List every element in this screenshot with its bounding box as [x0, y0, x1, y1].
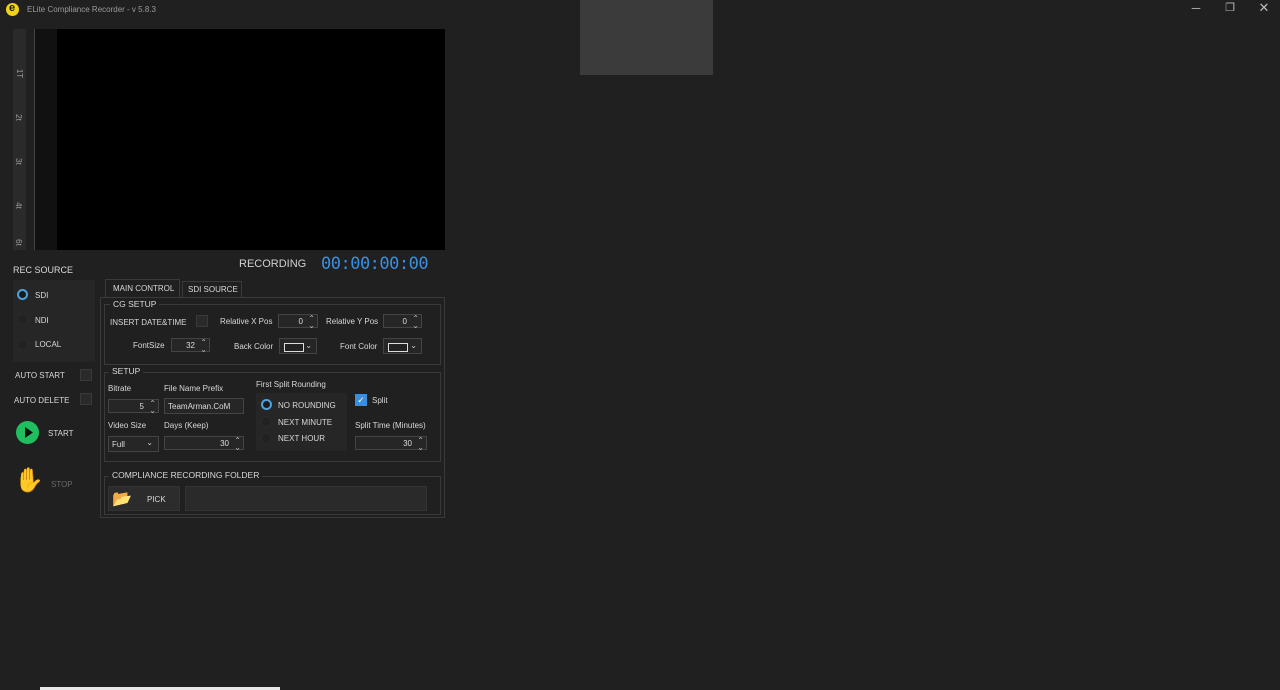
days-keep-spinner[interactable]: 30 ⌃ ⌄: [164, 436, 244, 452]
bitrate-value: 5: [139, 402, 144, 411]
start-label: START: [48, 429, 74, 438]
close-button[interactable]: ✕: [1257, 0, 1271, 16]
start-button[interactable]: START: [12, 418, 82, 446]
pick-label: PICK: [147, 495, 166, 504]
split-checkbox[interactable]: ✓: [355, 394, 367, 406]
tab-main-control-label: MAIN CONTROL: [113, 284, 175, 293]
spinner-arrows-icon: ⌃ ⌄: [412, 314, 419, 330]
chevron-down-icon: ⌄: [410, 341, 417, 350]
next-minute-label: NEXT MINUTE: [278, 418, 333, 427]
font-color-picker[interactable]: ⌄: [383, 338, 422, 354]
minimize-button[interactable]: ─: [1189, 1, 1203, 17]
days-keep-value: 30: [220, 439, 229, 448]
ruler-mark: 1T: [15, 68, 25, 79]
spinner-arrows-icon: ⌃ ⌄: [149, 399, 156, 415]
folder-open-icon: 📂: [112, 491, 132, 508]
overlay-panel: [580, 0, 713, 75]
ruler-mark: 3t: [13, 158, 23, 165]
no-rounding-radio[interactable]: [261, 399, 272, 410]
file-prefix-label: File Name Prefix: [164, 384, 224, 393]
color-swatch: [284, 343, 304, 352]
insert-datetime-label: INSERT DATE&TIME: [110, 318, 187, 327]
rec-source-local-radio[interactable]: [17, 339, 28, 350]
ruler-mark: 4t: [13, 202, 23, 209]
spinner-arrows-icon: ⌃ ⌄: [200, 338, 207, 354]
restore-button[interactable]: ❐: [1223, 1, 1237, 17]
no-rounding-label: NO ROUNDING: [278, 401, 336, 410]
next-minute-radio[interactable]: [261, 416, 272, 427]
window-title: ELite Compliance Recorder - v 5.8.3: [27, 5, 156, 14]
split-label: Split: [372, 396, 388, 405]
stop-button[interactable]: ✋ STOP: [12, 466, 82, 498]
rel-y-spinner[interactable]: 0 ⌃ ⌄: [383, 314, 422, 330]
split-time-value: 30: [403, 439, 412, 448]
bitrate-spinner[interactable]: 5 ⌃ ⌄: [108, 399, 159, 415]
font-color-label: Font Color: [340, 342, 378, 351]
auto-start-checkbox[interactable]: [80, 369, 92, 381]
font-size-spinner[interactable]: 32 ⌃ ⌄: [171, 338, 210, 354]
bitrate-label: Bitrate: [108, 384, 132, 393]
file-prefix-value: TeamArman.CoM: [168, 402, 231, 411]
play-icon: [16, 421, 39, 444]
rec-source-sdi-radio[interactable]: [17, 289, 28, 300]
rec-source-title: REC SOURCE: [13, 265, 74, 275]
spinner-arrows-icon: ⌃ ⌄: [308, 314, 315, 330]
tab-sdi-source-label: SDI SOURCE: [188, 285, 238, 294]
hand-stop-icon: ✋: [14, 467, 44, 494]
folder-title: COMPLIANCE RECORDING FOLDER: [109, 470, 263, 480]
folder-path-field[interactable]: [185, 486, 427, 511]
rec-source-ndi-radio[interactable]: [17, 314, 28, 325]
back-color-label: Back Color: [234, 342, 274, 351]
recording-timer: 00:00:00:00: [321, 254, 429, 274]
video-size-label: Video Size: [108, 421, 147, 430]
rel-x-value: 0: [298, 317, 303, 326]
split-time-label: Split Time (Minutes): [355, 421, 426, 430]
color-swatch: [388, 343, 408, 352]
app-logo-icon: e: [6, 2, 19, 16]
auto-start-label: AUTO START: [15, 371, 65, 380]
spinner-arrows-icon: ⌃ ⌄: [417, 436, 424, 452]
auto-delete-label: AUTO DELETE: [14, 396, 70, 405]
rec-source-sdi-label: SDI: [35, 291, 49, 300]
days-keep-label: Days (Keep): [164, 421, 209, 430]
video-size-select[interactable]: Full ⌄: [108, 436, 159, 452]
tab-sdi-source[interactable]: SDI SOURCE: [182, 281, 242, 297]
video-size-value: Full: [112, 440, 125, 449]
rel-x-label: Relative X Pos: [220, 317, 273, 326]
file-prefix-input[interactable]: TeamArman.CoM: [164, 398, 244, 414]
rel-y-value: 0: [402, 317, 407, 326]
ruler-mark: 2t: [13, 114, 23, 121]
ruler-mark: 6t: [13, 239, 23, 246]
font-size-label: FontSize: [133, 341, 165, 350]
pick-folder-button[interactable]: 📂 PICK: [108, 486, 180, 511]
video-preview: [57, 29, 445, 250]
chevron-down-icon: ⌄: [305, 341, 312, 350]
setup-title: SETUP: [109, 366, 144, 376]
auto-delete-checkbox[interactable]: [80, 393, 92, 405]
font-size-value: 32: [186, 341, 195, 350]
rec-source-local-label: LOCAL: [35, 340, 62, 349]
rec-source-ndi-label: NDI: [35, 316, 49, 325]
back-color-picker[interactable]: ⌄: [279, 338, 317, 354]
insert-datetime-checkbox[interactable]: [196, 315, 208, 327]
next-hour-label: NEXT HOUR: [278, 434, 325, 443]
chevron-down-icon: ⌄: [146, 438, 153, 447]
audio-meter-left: [34, 29, 58, 250]
recording-status: RECORDING: [239, 258, 307, 270]
split-time-spinner[interactable]: 30 ⌃ ⌄: [355, 436, 427, 452]
tab-main-control[interactable]: MAIN CONTROL: [105, 279, 180, 297]
spinner-arrows-icon: ⌃ ⌄: [234, 436, 241, 452]
stop-label: STOP: [51, 480, 73, 489]
next-hour-radio[interactable]: [261, 433, 272, 444]
audio-ruler: 1T 2t 3t 4t 6t: [13, 29, 26, 250]
rel-x-spinner[interactable]: 0 ⌃ ⌄: [278, 314, 318, 330]
rel-y-label: Relative Y Pos: [326, 317, 379, 326]
split-rounding-label: First Split Rounding: [256, 380, 326, 389]
cg-setup-title: CG SETUP: [110, 299, 160, 309]
